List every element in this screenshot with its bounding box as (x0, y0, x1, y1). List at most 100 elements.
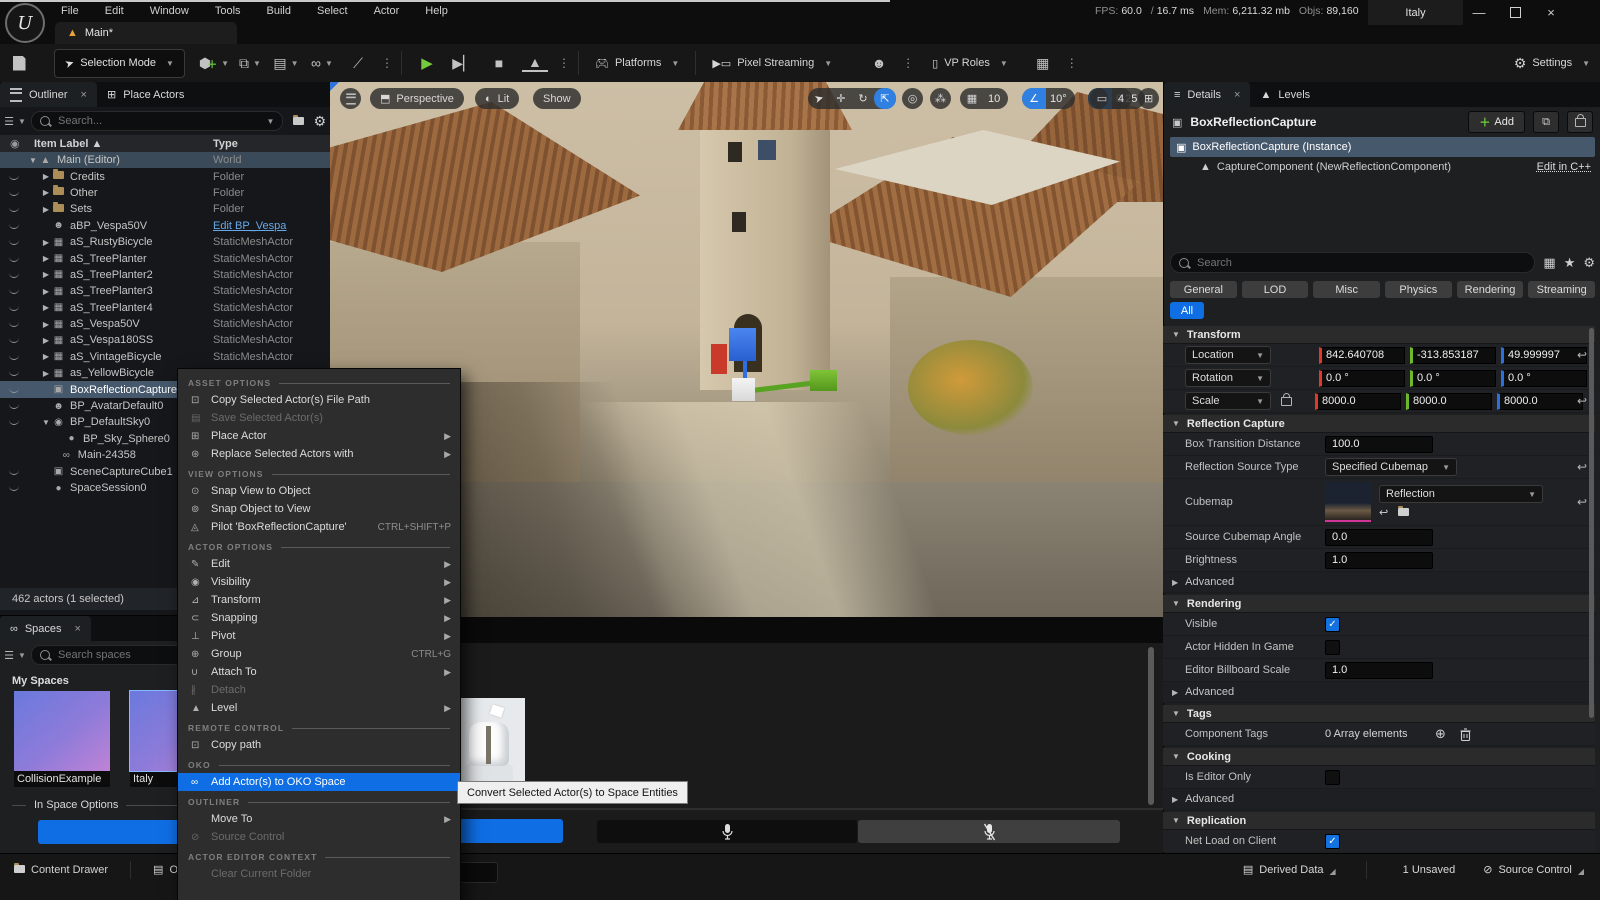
cubemap-asset-dropdown[interactable]: Reflection▼ (1379, 485, 1543, 503)
menubar-item-build[interactable]: Build (254, 0, 304, 22)
platforms-dropdown[interactable]: 🎮︎ Platforms ▼ (587, 57, 687, 70)
expander-icon[interactable]: ▶ (41, 303, 51, 312)
rotation-snap-control[interactable]: ∠ 10° (1022, 88, 1075, 109)
section-replication[interactable]: ▼Replication (1163, 812, 1595, 830)
use-selected-asset-icon[interactable]: ↩ (1379, 506, 1388, 519)
outliner-row[interactable]: ▶▦aS_TreePlanterStaticMeshActor (0, 250, 330, 266)
reset-icon[interactable]: ↩ (1577, 348, 1587, 362)
maximize-button[interactable] (1502, 2, 1528, 22)
scale-dropdown[interactable]: Scale▼ (1185, 392, 1271, 410)
tab-levels[interactable]: ▲ Levels (1250, 82, 1320, 107)
filter-chip-general[interactable]: General (1170, 281, 1237, 298)
eye-closed-icon[interactable] (0, 387, 28, 393)
edit-in-cpp-link[interactable]: Edit in C++ (1537, 161, 1591, 173)
expander-icon[interactable]: ▶ (41, 205, 51, 214)
filter-icon[interactable]: ☰▼ (4, 649, 26, 662)
rotation-dropdown[interactable]: Rotation▼ (1185, 369, 1271, 387)
brightness-field[interactable]: 1.0 (1325, 552, 1433, 569)
eye-closed-icon[interactable] (0, 190, 28, 196)
gizmo-z-handle[interactable] (729, 328, 756, 361)
edit-blueprint-link[interactable]: Edit BP_Vespa (213, 220, 286, 232)
eye-closed-icon[interactable] (0, 288, 28, 294)
scrollbar[interactable] (1589, 328, 1594, 718)
expander-icon[interactable]: ▶ (41, 172, 51, 181)
rotation-y-field[interactable]: 0.0 ° (1410, 370, 1496, 387)
add-actor-dropdown[interactable]: ⬢＋▼ (201, 50, 227, 76)
eye-closed-icon[interactable] (0, 337, 28, 343)
eye-closed-icon[interactable] (0, 469, 28, 475)
source-control-button[interactable]: ⊘ Source Control ◢ (1477, 859, 1590, 880)
location-y-field[interactable]: -313.853187 (1410, 347, 1496, 364)
expander-icon[interactable]: ▶ (41, 336, 51, 345)
gizmo-origin[interactable] (732, 378, 755, 401)
viewport-options-menu-icon[interactable] (340, 88, 361, 109)
actor-hidden-checkbox[interactable] (1325, 640, 1340, 655)
eye-closed-icon[interactable] (0, 354, 28, 360)
section-rendering[interactable]: ▼Rendering (1163, 595, 1595, 613)
play-button[interactable]: ▶ (414, 50, 440, 76)
outliner-search-input[interactable] (56, 114, 257, 128)
tab-place-actors[interactable]: ⊞ Place Actors (97, 82, 194, 107)
context-menu-item[interactable]: ⊂Snapping▶ (178, 609, 460, 627)
camera-speed-control[interactable]: ▭ 4 (1090, 88, 1132, 109)
box-transition-distance-field[interactable]: 100.0 (1325, 436, 1433, 453)
source-cubemap-angle-field[interactable]: 0.0 (1325, 529, 1433, 546)
eye-closed-icon[interactable] (0, 321, 28, 327)
filter-chip-misc[interactable]: Misc (1313, 281, 1380, 298)
outliner-row[interactable]: ☻aBP_Vespa50VEdit BP_Vespa (0, 218, 330, 234)
collaborators-overflow-icon[interactable]: ⋮ (902, 56, 914, 70)
context-menu-item[interactable]: ◉Visibility▶ (178, 573, 460, 591)
gizmo-x-handle[interactable] (711, 344, 727, 374)
eye-closed-icon[interactable] (0, 403, 28, 409)
eye-closed-icon[interactable] (0, 370, 28, 376)
selection-mode-dropdown[interactable]: ➤ Selection Mode ▼ (54, 49, 185, 78)
save-icon[interactable] (6, 50, 32, 76)
reset-icon[interactable]: ↩ (1577, 394, 1587, 408)
context-menu-item[interactable]: ⊡Copy Selected Actor(s) File Path (178, 391, 460, 409)
context-menu-item[interactable]: ⊙Snap View to Object (178, 482, 460, 500)
derived-data-button[interactable]: ▤ Derived Data ◢ (1237, 859, 1342, 880)
eye-closed-icon[interactable] (0, 305, 28, 311)
level-tab[interactable]: ▲ Main* (55, 22, 237, 44)
outliner-row[interactable]: ▶▦aS_VintageBicycleStaticMeshActor (0, 349, 330, 365)
eye-closed-icon[interactable] (0, 174, 28, 180)
outliner-row[interactable]: ▶▦aS_TreePlanter2StaticMeshActor (0, 267, 330, 283)
eject-button[interactable]: ▲ (522, 54, 548, 72)
outliner-row[interactable]: ▶▦aS_Vespa50VStaticMeshActor (0, 316, 330, 332)
context-menu-item[interactable]: Move To▶ (178, 810, 460, 828)
toolbar-overflow-icon[interactable]: ⋮ (381, 56, 393, 70)
section-transform[interactable]: ▼Transform (1163, 326, 1595, 344)
select-tool-icon[interactable]: ➤ (806, 86, 833, 112)
close-button[interactable]: × (1538, 2, 1564, 22)
oko-dropdown[interactable]: ∞▼ (309, 50, 335, 76)
eye-closed-icon[interactable] (0, 256, 28, 262)
context-menu-item[interactable]: ⊿Transform▶ (178, 591, 460, 609)
details-search-box[interactable] (1170, 252, 1535, 273)
eye-closed-icon[interactable] (0, 206, 28, 212)
reset-icon[interactable]: ↩ (1577, 460, 1587, 474)
outliner-row[interactable]: ▶CreditsFolder (0, 168, 330, 184)
grid-snap-icon[interactable]: ▦ (960, 88, 984, 109)
broadcast-icon[interactable]: ▦ (1030, 50, 1056, 76)
display-options-icon[interactable]: ▦ (1543, 255, 1555, 271)
type-column[interactable]: Type (213, 138, 238, 150)
menubar-item-help[interactable]: Help (412, 0, 461, 22)
eye-closed-icon[interactable] (0, 239, 28, 245)
menubar-item-window[interactable]: Window (137, 0, 202, 22)
broadcast-overflow-icon[interactable]: ⋮ (1066, 56, 1078, 70)
minimize-button[interactable]: — (1466, 2, 1492, 22)
filter-chip-all[interactable]: All (1170, 302, 1204, 319)
outliner-row[interactable]: ▶SetsFolder (0, 201, 330, 217)
item-label-column[interactable]: Item Label ▲ (34, 138, 102, 150)
location-z-field[interactable]: 49.999997 (1501, 347, 1587, 364)
context-menu-item[interactable]: ⊥Pivot▶ (178, 627, 460, 645)
reflection-source-type-dropdown[interactable]: Specified Cubemap▼ (1325, 458, 1457, 476)
rotation-snap-icon[interactable]: ∠ (1022, 88, 1046, 109)
settings-dropdown[interactable]: ⚙ Settings ▼ (1514, 55, 1590, 72)
menubar-item-file[interactable]: File (48, 0, 92, 22)
filter-chip-physics[interactable]: Physics (1385, 281, 1452, 298)
advanced-toggle[interactable]: ▶Advanced (1163, 682, 1595, 703)
unsaved-button[interactable]: 1 Unsaved (1391, 860, 1462, 880)
eye-closed-icon[interactable] (0, 223, 28, 229)
lock-icon[interactable] (1567, 111, 1593, 133)
